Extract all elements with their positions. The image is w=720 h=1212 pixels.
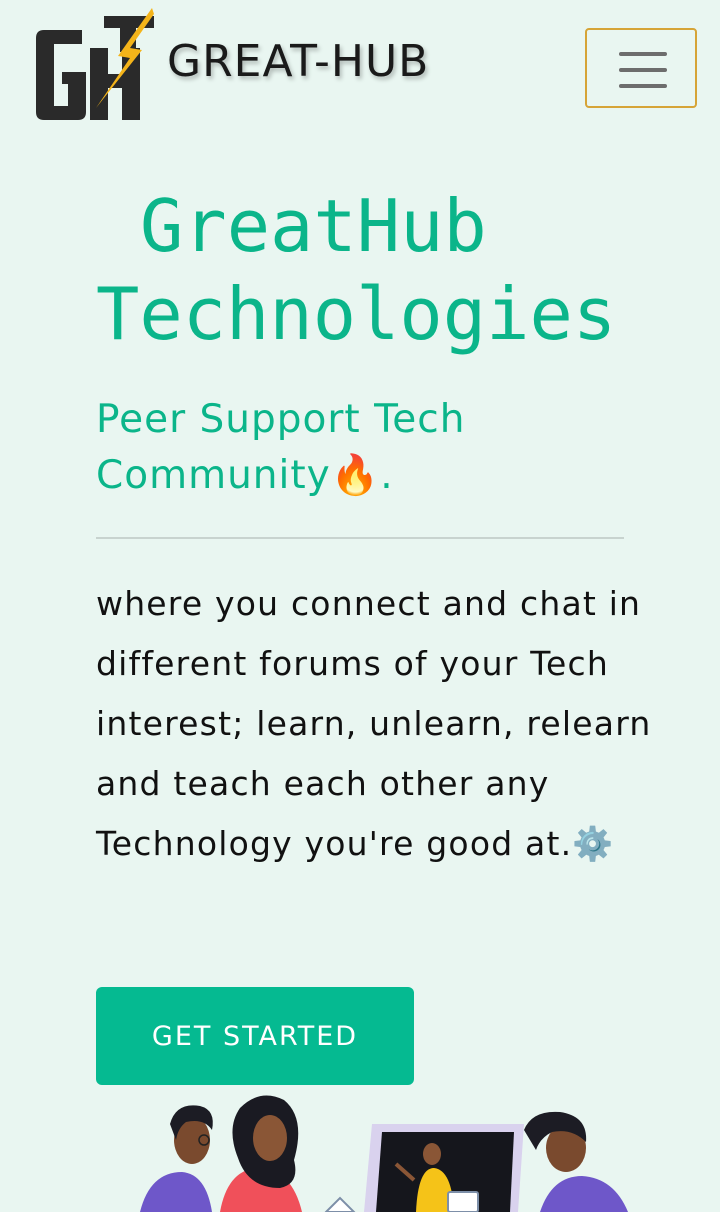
community-illustration — [140, 1095, 628, 1212]
video-screen-illustration — [364, 1124, 524, 1212]
hero-title-line2: Technologies — [96, 272, 617, 356]
person-illustration-1 — [140, 1105, 213, 1212]
hero-description: where you connect and chat in different … — [96, 584, 652, 863]
divider — [96, 537, 624, 539]
hamburger-menu-icon — [619, 52, 667, 56]
hamburger-menu-icon-bar — [619, 84, 667, 88]
hamburger-menu-icon-bar — [619, 68, 667, 72]
hero-tagline: Peer Support Tech Community🔥. — [96, 397, 466, 498]
hero-title-line1: GreatHub — [140, 184, 487, 268]
brand-name[interactable]: GREAT-HUB — [167, 36, 429, 87]
greathub-logo[interactable] — [34, 8, 154, 120]
person-illustration-2 — [220, 1095, 302, 1212]
page: GREAT-HUB GreatHub Technologies Peer Sup… — [0, 0, 720, 1212]
person-illustration-3 — [524, 1111, 628, 1212]
get-started-button[interactable]: GET STARTED — [96, 987, 414, 1085]
hero-title: GreatHub Technologies — [96, 182, 656, 358]
menu-toggle-button[interactable] — [585, 28, 697, 108]
